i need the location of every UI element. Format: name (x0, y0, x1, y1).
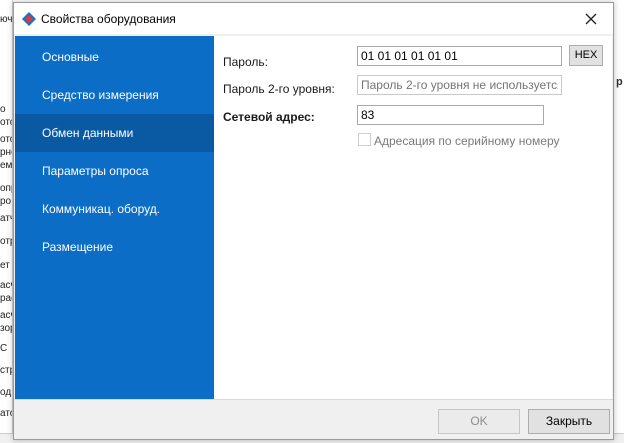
sidebar-item-measurement-device[interactable]: Средство измерения (15, 76, 214, 114)
dialog-footer: OK Закрыть (14, 399, 613, 439)
app-logo-icon (22, 12, 36, 26)
window-title: Свойства оборудования (41, 12, 176, 26)
sidebar-item-label: Размещение (42, 240, 113, 254)
close-icon (585, 13, 597, 24)
network-address-input[interactable] (357, 105, 544, 125)
sidebar-item-label: Средство измерения (42, 88, 159, 102)
sidebar-item-polling-parameters[interactable]: Параметры опроса (15, 152, 214, 190)
sidebar-item-communication-equipment[interactable]: Коммуникац. оборуд. (15, 190, 214, 228)
network-address-label: Сетевой адрес: (223, 110, 315, 124)
close-button[interactable]: Закрыть (528, 409, 610, 434)
title-bar: Свойства оборудования (14, 3, 613, 34)
equipment-properties-dialog: Свойства оборудования Основные Средство … (13, 2, 614, 440)
sidebar-item-label: Коммуникац. оборуд. (42, 202, 161, 216)
password-label: Пароль: (223, 55, 268, 69)
sidebar-item-data-exchange[interactable]: Обмен данными (15, 114, 214, 152)
sidebar-item-label: Основные (42, 50, 99, 64)
sidebar-item-label: Параметры опроса (42, 164, 149, 178)
password-input[interactable] (357, 46, 562, 66)
hex-button[interactable]: HEX (569, 45, 603, 66)
password2-input[interactable] (357, 75, 562, 95)
settings-sidebar: Основные Средство измерения Обмен данным… (15, 36, 214, 399)
background-app-right-strip: р (614, 0, 624, 443)
password2-label: Пароль 2-го уровня: (223, 82, 335, 96)
ok-button[interactable]: OK (438, 409, 520, 434)
serial-addressing-label: Адресация по серийному номеру (374, 134, 560, 148)
background-app-left-strip: ючи о ото ото рно еме опр ро атч отр ет … (0, 0, 13, 443)
sidebar-item-label: Обмен данными (42, 126, 134, 140)
serial-addressing-checkbox[interactable] (358, 133, 371, 146)
data-exchange-panel: Пароль: HEX Пароль 2-го уровня: Сетевой … (214, 36, 612, 399)
close-window-button[interactable] (569, 3, 613, 34)
sidebar-item-placement[interactable]: Размещение (15, 228, 214, 266)
sidebar-item-general[interactable]: Основные (15, 38, 214, 76)
